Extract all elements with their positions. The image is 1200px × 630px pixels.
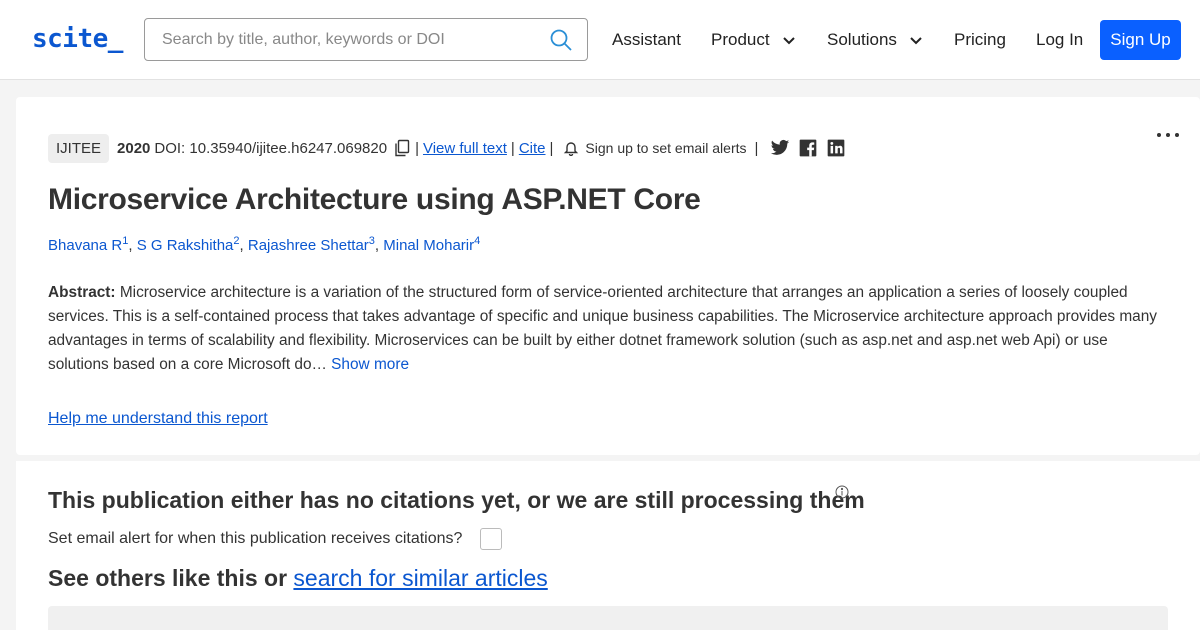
author-list: Bhavana R1, S G Rakshitha2, Rajashree Sh… [48,235,481,254]
author-link[interactable]: Rajashree Shettar3 [247,235,375,254]
author-name: Bhavana R [48,237,123,254]
facebook-icon[interactable] [798,138,818,158]
separator: | [754,139,759,157]
view-full-text-link[interactable]: View full text [423,140,507,157]
email-alert-checkbox[interactable] [480,528,502,550]
top-navigation-bar: scite_ Assistant Product Solutions Prici… [0,0,1200,80]
author-link[interactable]: Minal Moharir4 [383,235,481,254]
nav-solutions-label: Solutions [827,30,897,49]
linkedin-icon[interactable] [826,138,846,158]
help-understand-report-link[interactable]: Help me understand this report [48,410,268,428]
info-icon[interactable] [835,485,849,499]
author-link[interactable]: S G Rakshitha2 [136,235,240,254]
author-name: Rajashree Shettar [247,237,369,254]
doi-text: DOI: 10.35940/ijitee.h6247.069820 [154,139,388,157]
email-alerts-link[interactable]: Sign up to set email alerts [585,140,746,156]
separator: | [549,139,554,157]
email-alert-prompt: Set email alert for when this publicatio… [48,530,463,547]
abstract-label: Abstract: [48,284,116,301]
similar-articles-placeholder [48,606,1168,630]
author-name: S G Rakshitha [136,237,234,254]
copy-icon[interactable] [393,139,411,157]
twitter-icon[interactable] [770,138,790,158]
search-input[interactable] [145,19,535,60]
author-affiliation-number: 3 [368,235,375,247]
search-box[interactable] [144,18,588,61]
more-options-icon[interactable] [1154,127,1184,143]
no-citations-heading: This publication either has no citations… [48,487,865,513]
see-others-prefix: See others like this or [48,565,294,591]
author-affiliation-number: 1 [122,235,129,247]
nav-product[interactable]: Product [711,30,796,50]
nav-solutions[interactable]: Solutions [827,30,923,50]
nav-pricing-label: Pricing [954,30,1006,49]
author-affiliation-number: 2 [233,235,240,247]
journal-badge[interactable]: IJITEE [48,133,110,163]
see-others-heading: See others like this or search for simil… [48,565,548,592]
nav-login[interactable]: Log In [1036,30,1083,50]
author-affiliation-number: 4 [474,235,481,247]
nav-pricing[interactable]: Pricing [954,30,1006,50]
abstract: Abstract: Microservice architecture is a… [48,281,1166,377]
search-similar-articles-link[interactable]: search for similar articles [293,565,547,591]
nav-assistant[interactable]: Assistant [612,30,681,50]
paper-meta-row: IJITEE 2020 DOI: 10.35940/ijitee.h6247.0… [48,132,846,164]
cite-link[interactable]: Cite [519,140,546,157]
show-more-link[interactable]: Show more [331,356,409,373]
paper-card: IJITEE 2020 DOI: 10.35940/ijitee.h6247.0… [16,97,1200,455]
search-icon[interactable] [549,28,573,52]
nav-product-label: Product [711,30,770,49]
chevron-down-icon [782,37,795,45]
bell-icon[interactable] [563,140,579,156]
publication-year: 2020 [117,139,151,157]
separator: | [510,139,515,157]
author-link[interactable]: Bhavana R1 [48,235,129,254]
nav-login-label: Log In [1036,30,1084,49]
nav-assistant-label: Assistant [612,30,681,49]
scite-logo[interactable]: scite_ [32,24,123,54]
separator: | [415,139,419,157]
author-name: Minal Moharir [383,237,475,254]
abstract-text: Microservice architecture is a variation… [48,284,1157,373]
sign-up-button[interactable]: Sign Up [1100,20,1181,60]
paper-title: Microservice Architecture using ASP.NET … [48,183,701,216]
chevron-down-icon [910,37,922,45]
